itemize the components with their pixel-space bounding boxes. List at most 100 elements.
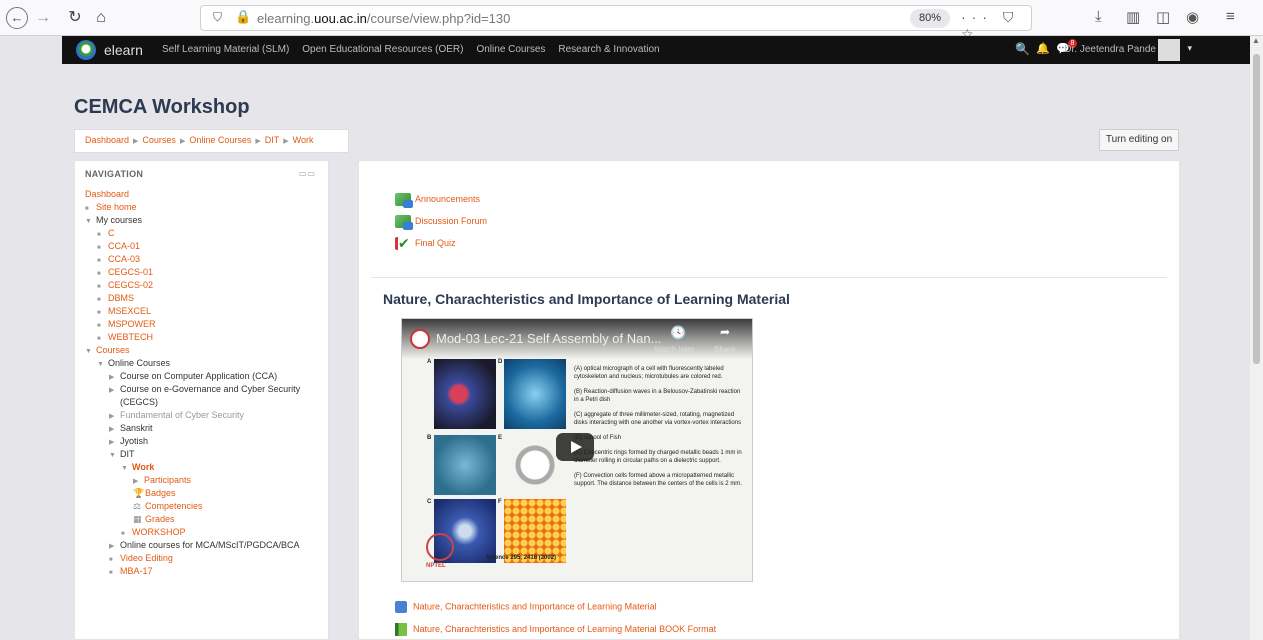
breadcrumb-dashboard[interactable]: Dashboard <box>85 135 129 145</box>
url-text[interactable]: elearning.uou.ac.in/course/view.php?id=1… <box>257 11 510 26</box>
resource-label[interactable]: Nature, Charachteristics and Importance … <box>413 624 716 634</box>
activity-label[interactable]: Announcements <box>415 194 480 204</box>
home-icon[interactable]: ⌂ <box>92 7 110 29</box>
breadcrumb-work[interactable]: Work <box>293 135 314 145</box>
play-button[interactable] <box>556 433 594 461</box>
nav-item[interactable]: ■ Video Editing <box>75 552 330 565</box>
nav-item[interactable]: ■ CCA-03 <box>75 253 330 266</box>
nav-item-label[interactable]: Grades <box>145 514 175 524</box>
clock-icon[interactable]: 🕓 <box>670 325 686 341</box>
insecure-connection-icon[interactable]: 🔒 <box>235 9 251 25</box>
nav-item-label[interactable]: Video Editing <box>120 553 173 563</box>
resource-book[interactable]: Nature, Charachteristics and Importance … <box>395 623 716 636</box>
nav-item[interactable]: ▼ My courses <box>75 214 330 227</box>
nav-item[interactable]: ▦ Grades <box>75 513 330 526</box>
nav-item[interactable]: ▶ Sanskrit <box>75 422 330 435</box>
expanded-arrow-icon[interactable]: ▼ <box>97 358 108 371</box>
activity-discussion-forum[interactable]: Discussion Forum <box>395 215 487 230</box>
channel-avatar-icon[interactable] <box>410 329 430 349</box>
nav-item-label[interactable]: Courses <box>96 345 130 355</box>
nav-item[interactable]: ■ C <box>75 227 330 240</box>
back-arrow-icon[interactable]: ← <box>6 7 28 29</box>
search-icon[interactable]: 🔍 <box>1015 42 1030 56</box>
nav-item[interactable]: ■ CEGCS-01 <box>75 266 330 279</box>
activity-final-quiz[interactable]: ✔ Final Quiz <box>395 236 456 250</box>
breadcrumb-online-courses[interactable]: Online Courses <box>189 135 251 145</box>
nav-item-label[interactable]: Course on Computer Application (CCA) <box>120 371 277 381</box>
nav-item-label[interactable]: (CEGCS) <box>120 397 158 407</box>
nav-item-label[interactable]: CCA-01 <box>108 241 140 251</box>
nav-item[interactable]: ■ MSEXCEL <box>75 305 330 318</box>
nav-item[interactable]: (CEGCS) <box>75 396 330 409</box>
nav-item-label[interactable]: MSPOWER <box>108 319 156 329</box>
menu-item-oer[interactable]: Open Educational Resources (OER) <box>302 44 463 55</box>
nav-item-label[interactable]: CCA-03 <box>108 254 140 264</box>
download-icon[interactable]: ⤓ <box>1095 8 1102 25</box>
nav-item-label[interactable]: Course on e-Governance and Cyber Securit… <box>120 384 300 394</box>
nav-item-label[interactable]: MBA-17 <box>120 566 153 576</box>
activity-label[interactable]: Final Quiz <box>415 238 456 248</box>
nav-item-label[interactable]: C <box>108 228 115 238</box>
nav-item-label[interactable]: Competencies <box>145 501 203 511</box>
nav-item[interactable]: ■ WORKSHOP <box>75 526 330 539</box>
breadcrumb-dit[interactable]: DIT <box>265 135 280 145</box>
nav-item-label[interactable]: Dashboard <box>85 189 129 199</box>
nav-item[interactable]: ▶ Fundamental of Cyber Security <box>75 409 330 422</box>
url-bar[interactable]: ⛉ 🔒 elearning.uou.ac.in/course/view.php?… <box>200 5 1032 42</box>
nav-item-label[interactable]: My courses <box>96 215 142 225</box>
sidebar-icon[interactable]: ◫ <box>1156 8 1170 26</box>
notification-bell-icon[interactable]: 🔔 <box>1036 42 1050 55</box>
user-name[interactable]: Dr. Jeetendra Pande <box>1064 44 1156 55</box>
scroll-up-icon[interactable]: ▲ <box>1252 36 1260 45</box>
shield-icon[interactable]: ⛉ <box>213 10 222 25</box>
activity-announcements[interactable]: Announcements <box>395 193 480 208</box>
video-player[interactable]: A D B E C F (A) optical micrograph of a … <box>401 318 753 582</box>
resource-page[interactable]: Nature, Charachteristics and Importance … <box>395 601 657 613</box>
expanded-arrow-icon[interactable]: ▼ <box>109 449 120 462</box>
nav-item-label[interactable]: CEGCS-02 <box>108 280 153 290</box>
video-title[interactable]: Mod-03 Lec-21 Self Assembly of Nan... <box>436 331 661 346</box>
nav-item[interactable]: ▶ Course on Computer Application (CCA) <box>75 370 330 383</box>
zoom-level[interactable]: 80% <box>910 9 950 28</box>
share-label[interactable]: Share <box>714 345 735 354</box>
nav-item[interactable]: ■ MSPOWER <box>75 318 330 331</box>
activity-label[interactable]: Discussion Forum <box>415 216 487 226</box>
nav-item-label[interactable]: Site home <box>96 202 137 212</box>
expanded-arrow-icon[interactable]: ▼ <box>121 462 132 475</box>
nav-item-label[interactable]: Participants <box>144 475 191 485</box>
nav-item[interactable]: ▼ Work <box>75 461 330 474</box>
nav-item[interactable]: ■ CEGCS-02 <box>75 279 330 292</box>
share-arrow-icon[interactable]: ➦ <box>720 325 730 339</box>
elearn-logo-icon[interactable] <box>76 40 96 60</box>
brand-name[interactable]: elearn <box>104 42 143 58</box>
turn-editing-on-button[interactable]: Turn editing on <box>1099 129 1179 151</box>
menu-item-slm[interactable]: Self Learning Material (SLM) <box>162 44 289 55</box>
watch-later-label[interactable]: Watch later <box>654 345 694 354</box>
reload-icon[interactable]: ↻ <box>66 7 84 29</box>
avatar[interactable] <box>1158 39 1180 61</box>
nav-item-label[interactable]: DBMS <box>108 293 134 303</box>
nav-item[interactable]: ■ CCA-01 <box>75 240 330 253</box>
nav-item[interactable]: ■ WEBTECH <box>75 331 330 344</box>
nav-item[interactable]: ⚖ Competencies <box>75 500 330 513</box>
nav-item[interactable]: ▶ Jyotish <box>75 435 330 448</box>
breadcrumb-courses[interactable]: Courses <box>142 135 176 145</box>
nav-item[interactable]: ▶ Participants <box>75 474 330 487</box>
nav-item-label[interactable]: Sanskrit <box>120 423 153 433</box>
nav-item-label[interactable]: Online courses for MCA/MScIT/PGDCA/BCA <box>120 540 300 550</box>
menu-item-research[interactable]: Research & Innovation <box>558 44 659 55</box>
account-icon[interactable]: ◉ <box>1186 8 1199 26</box>
nav-item-label[interactable]: Jyotish <box>120 436 148 446</box>
nav-item-label[interactable]: DIT <box>120 449 135 459</box>
nav-item-label[interactable]: CEGCS-01 <box>108 267 153 277</box>
nav-item-label[interactable]: WORKSHOP <box>132 527 186 537</box>
expanded-arrow-icon[interactable]: ▼ <box>85 215 96 228</box>
nav-item[interactable]: ▶ Course on e-Governance and Cyber Securi… <box>75 383 330 396</box>
nav-item[interactable]: ▼ DIT <box>75 448 330 461</box>
hamburger-menu-icon[interactable]: ≡ <box>1226 8 1235 25</box>
library-icon[interactable]: ▥ <box>1126 8 1140 26</box>
nav-item[interactable]: 🏆Badges <box>75 487 330 500</box>
nav-item[interactable]: ▼ Courses <box>75 344 330 357</box>
page-scrollbar[interactable]: ▲ <box>1250 36 1263 640</box>
nav-item-label[interactable]: Fundamental of Cyber Security <box>120 410 244 420</box>
